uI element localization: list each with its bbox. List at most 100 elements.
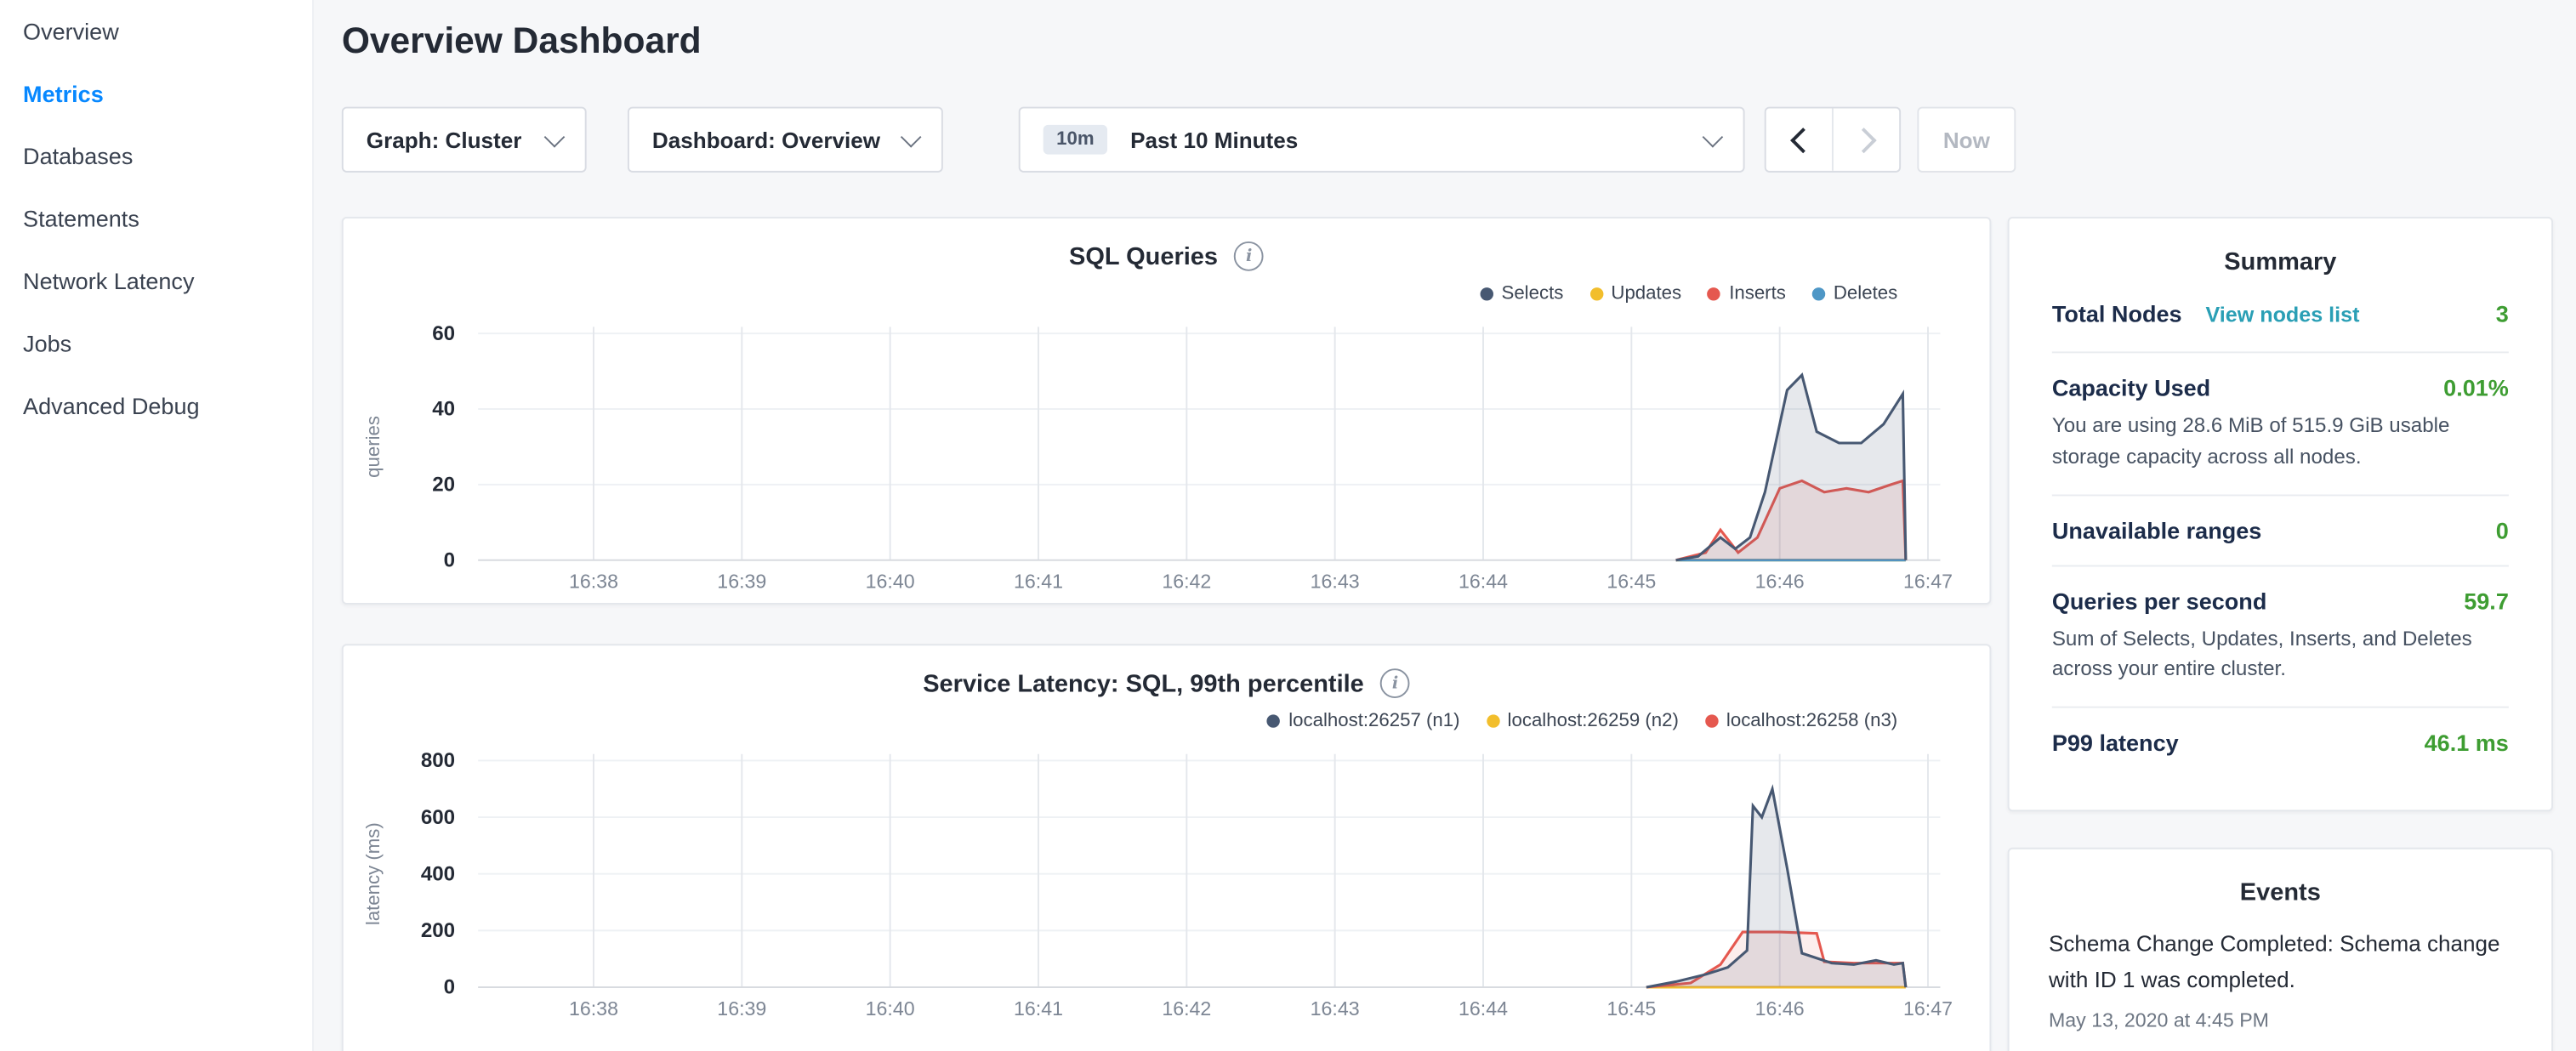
summary-row-unavailable-ranges: Unavailable ranges 0 [2052, 495, 2509, 565]
y-axis-label: latency (ms) [362, 822, 384, 925]
total-nodes-value: 3 [2496, 301, 2509, 327]
event-timestamp: May 13, 2020 at 4:45 PM [2049, 1008, 2512, 1031]
time-range-label: Past 10 Minutes [1130, 128, 1298, 152]
graph-scope-label: Graph: Cluster [367, 128, 522, 152]
time-range-badge: 10m [1043, 125, 1107, 155]
y-tick-label: 60 [432, 322, 455, 345]
legend-item[interactable]: localhost:26258 (n3) [1705, 711, 1897, 730]
capacity-used-label: Capacity Used [2052, 374, 2210, 401]
chevron-down-icon [1703, 127, 1724, 148]
info-icon[interactable] [1380, 668, 1410, 698]
legend-label: localhost:26258 (n3) [1726, 711, 1897, 730]
summary-row-capacity-used: Capacity Used 0.01% You are using 28.6 M… [2052, 353, 2509, 495]
legend-dot-icon [1812, 287, 1825, 300]
db-console-page: Overview Metrics Databases Statements Ne… [0, 0, 2576, 1051]
time-step-forward-button[interactable] [1832, 108, 1899, 170]
sidebar-item-metrics[interactable]: Metrics [0, 62, 312, 124]
x-tick-label: 16:43 [1311, 571, 1360, 593]
x-tick-label: 16:45 [1606, 997, 1656, 1020]
total-nodes-label: Total Nodes [2052, 301, 2182, 327]
y-axis-label: queries [362, 416, 384, 478]
dashboard-label: Dashboard: Overview [652, 128, 880, 152]
p99-latency-label: P99 latency [2052, 730, 2179, 756]
sidebar-item-overview[interactable]: Overview [0, 0, 312, 62]
chevron-right-icon [1851, 127, 1876, 152]
queries-per-second-value: 59.7 [2464, 588, 2509, 614]
y-tick-label: 200 [421, 919, 455, 942]
service-latency-chart[interactable]: 020040060080016:3816:3916:4016:4116:4216… [344, 741, 1993, 1023]
sidebar-item-databases[interactable]: Databases [0, 125, 312, 187]
x-tick-label: 16:42 [1162, 571, 1211, 593]
x-tick-label: 16:47 [1903, 997, 1953, 1020]
y-tick-label: 0 [444, 548, 455, 571]
sidebar-item-advanced-debug[interactable]: Advanced Debug [0, 374, 312, 436]
legend-item[interactable]: Selects [1480, 284, 1563, 304]
sql-queries-chart-card: SQL Queries SelectsUpdatesInsertsDeletes… [342, 217, 1992, 605]
x-tick-label: 16:45 [1606, 571, 1656, 593]
legend-item[interactable]: Inserts [1708, 284, 1786, 304]
x-tick-label: 16:44 [1459, 571, 1508, 593]
legend-item[interactable]: localhost:26259 (n2) [1486, 711, 1678, 730]
graph-scope-dropdown[interactable]: Graph: Cluster [342, 107, 587, 173]
x-tick-label: 16:38 [569, 571, 618, 593]
x-tick-label: 16:46 [1755, 571, 1805, 593]
queries-per-second-label: Queries per second [2052, 588, 2267, 614]
legend-item[interactable]: localhost:26257 (n1) [1267, 711, 1459, 730]
sidebar-item-network-latency[interactable]: Network Latency [0, 250, 312, 312]
events-title: Events [2010, 879, 2551, 907]
view-nodes-list-link[interactable]: View nodes list [2206, 302, 2360, 327]
sidebar-item-statements[interactable]: Statements [0, 187, 312, 249]
y-tick-label: 20 [432, 474, 455, 497]
service-latency-chart-card: Service Latency: SQL, 99th percentile lo… [342, 644, 1992, 1051]
x-tick-label: 16:46 [1755, 997, 1805, 1020]
legend-dot-icon [1267, 714, 1280, 727]
legend-label: Updates [1611, 284, 1681, 304]
legend-label: Deletes [1834, 284, 1897, 304]
x-tick-label: 16:47 [1903, 571, 1953, 593]
series-area [1676, 375, 1906, 560]
now-button[interactable]: Now [1917, 107, 2016, 173]
legend-item[interactable]: Updates [1589, 284, 1681, 304]
y-tick-label: 600 [421, 806, 455, 829]
x-tick-label: 16:42 [1162, 997, 1211, 1020]
legend-dot-icon [1705, 714, 1718, 727]
legend-label: Selects [1502, 284, 1564, 304]
summary-panel: Summary Total Nodes View nodes list 3 Ca… [2008, 217, 2553, 811]
sql-queries-chart[interactable]: 020406016:3816:3916:4016:4116:4216:4316:… [344, 314, 1993, 596]
unavailable-ranges-value: 0 [2496, 517, 2509, 543]
chevron-down-icon [901, 127, 922, 148]
time-range-dropdown[interactable]: 10m Past 10 Minutes [1019, 107, 1745, 173]
summary-row-p99-latency: P99 latency 46.1 ms [2052, 708, 2509, 777]
info-icon[interactable] [1234, 241, 1264, 271]
p99-latency-value: 46.1 ms [2425, 730, 2509, 756]
page-title: Overview Dashboard [342, 20, 702, 62]
queries-per-second-description: Sum of Selects, Updates, Inserts, and De… [2052, 623, 2509, 685]
legend-label: localhost:26259 (n2) [1508, 711, 1679, 730]
summary-row-queries-per-second: Queries per second 59.7 Sum of Selects, … [2052, 566, 2509, 708]
x-tick-label: 16:38 [569, 997, 618, 1020]
summary-row-total-nodes: Total Nodes View nodes list 3 [2052, 279, 2509, 353]
chart-legend: Selects Updates Inserts Deletes [344, 275, 1990, 314]
time-step-back-button[interactable] [1766, 108, 1832, 170]
legend-item[interactable]: Deletes [1812, 284, 1897, 304]
time-step-controls [1765, 107, 1901, 173]
x-tick-label: 16:43 [1311, 997, 1360, 1020]
y-tick-label: 0 [444, 976, 455, 999]
x-tick-label: 16:39 [717, 997, 766, 1020]
legend-label: Inserts [1729, 284, 1786, 304]
legend-dot-icon [1480, 287, 1493, 300]
x-tick-label: 16:41 [1014, 571, 1063, 593]
x-tick-label: 16:41 [1014, 997, 1063, 1020]
capacity-used-description: You are using 28.6 MiB of 515.9 GiB usab… [2052, 411, 2509, 472]
x-tick-label: 16:39 [717, 571, 766, 593]
dashboard-dropdown[interactable]: Dashboard: Overview [628, 107, 943, 173]
y-tick-label: 800 [421, 749, 455, 772]
unavailable-ranges-label: Unavailable ranges [2052, 517, 2262, 543]
series-area [1646, 789, 1906, 987]
sidebar-item-jobs[interactable]: Jobs [0, 312, 312, 374]
capacity-used-value: 0.01% [2443, 374, 2509, 401]
toolbar: Graph: Cluster Dashboard: Overview 10m P… [342, 107, 2016, 173]
events-panel: Events Schema Change Completed: Schema c… [2008, 848, 2553, 1051]
legend-dot-icon [1589, 287, 1602, 300]
legend-label: localhost:26257 (n1) [1288, 711, 1459, 730]
